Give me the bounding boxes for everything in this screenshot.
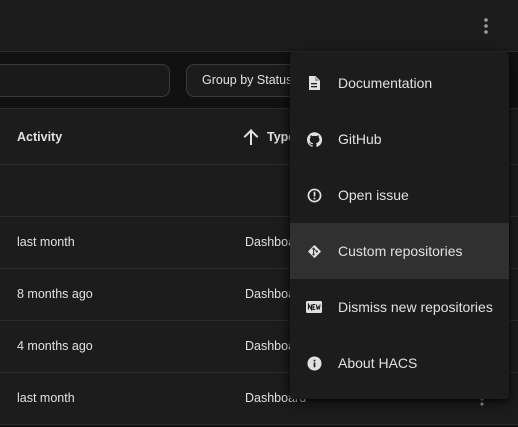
menu-item-label: Custom repositories (338, 243, 463, 259)
menu-item-label: About HACS (338, 355, 418, 371)
top-app-bar (0, 0, 518, 52)
information-icon (306, 355, 322, 371)
menu-item-label: Dismiss new repositories (338, 299, 493, 315)
activity-cell: 4 months ago (17, 339, 93, 353)
menu-item-about-hacs[interactable]: About HACS (290, 335, 509, 391)
menu-item-label: GitHub (338, 131, 382, 147)
alert-circle-icon (306, 187, 322, 203)
activity-cell: 8 months ago (17, 287, 93, 301)
column-header-type[interactable]: Type (243, 109, 295, 165)
search-input[interactable] (0, 64, 170, 97)
menu-item-open-issue[interactable]: Open issue (290, 167, 509, 223)
activity-cell: last month (17, 235, 75, 249)
file-document-icon (306, 75, 322, 91)
overflow-menu-button[interactable] (472, 12, 500, 40)
menu-item-label: Documentation (338, 75, 433, 91)
hacs-page: Group by Status Activity Type last month… (0, 0, 518, 427)
activity-cell: last month (17, 391, 75, 405)
group-by-label: Group by Status (202, 73, 293, 87)
menu-item-custom-repositories[interactable]: Custom repositories (290, 223, 509, 279)
menu-item-documentation[interactable]: Documentation (290, 55, 509, 111)
menu-item-github[interactable]: GitHub (290, 111, 509, 167)
menu-item-label: Open issue (338, 187, 409, 203)
arrow-up-icon (243, 129, 259, 145)
column-header-activity[interactable]: Activity (17, 109, 62, 165)
new-box-icon (306, 299, 322, 315)
github-icon (306, 131, 322, 147)
git-icon (306, 243, 322, 259)
overflow-menu: Documentation GitHub Open issue Custom r… (290, 52, 509, 399)
dots-vertical-icon (484, 18, 488, 34)
menu-item-dismiss-new-repositories[interactable]: Dismiss new repositories (290, 279, 509, 335)
